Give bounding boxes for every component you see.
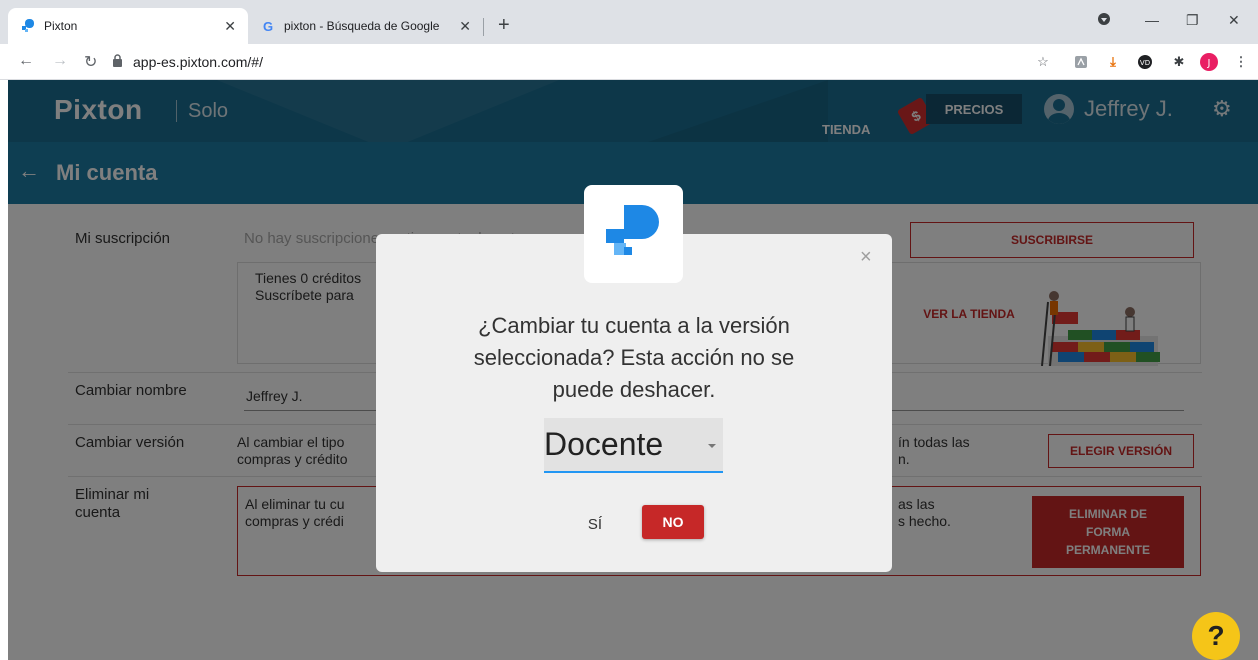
dialog-message-line: ¿Cambiar tu cuenta a la versión <box>478 313 790 338</box>
address-bar[interactable]: app-es.pixton.com/#/ <box>112 48 1022 76</box>
download-icon[interactable]: ⤓ <box>1104 53 1122 71</box>
tab-pixton[interactable]: Pixton ✕ <box>8 8 248 44</box>
back-icon[interactable]: ← <box>18 52 34 70</box>
lock-icon <box>112 54 123 70</box>
url-text: app-es.pixton.com/#/ <box>133 54 263 70</box>
tab-google-search[interactable]: G pixton - Búsqueda de Google ✕ <box>248 8 483 44</box>
dialog-message: ¿Cambiar tu cuenta a la versión seleccio… <box>400 310 868 406</box>
minimize-icon[interactable]: — <box>1145 12 1159 28</box>
browser-tab-bar: Pixton ✕ G pixton - Búsqueda de Google ✕… <box>0 0 1258 44</box>
version-select[interactable]: Docente <box>544 418 723 473</box>
tab-close-icon[interactable]: ✕ <box>224 18 236 35</box>
tab-close-icon[interactable]: ✕ <box>459 18 471 35</box>
browser-toolbar: ← → ↻ app-es.pixton.com/#/ ☆ ⤓ VD ✱ J ⋮ <box>0 44 1258 80</box>
reload-icon[interactable]: ↻ <box>84 52 97 72</box>
restore-icon[interactable]: ❐ <box>1186 12 1199 29</box>
chevron-down-icon <box>708 444 716 448</box>
dialog-message-line: puede deshacer. <box>552 377 716 402</box>
avatar[interactable]: J <box>1200 53 1218 71</box>
window-close-icon[interactable]: ✕ <box>1228 12 1240 29</box>
svg-text:J: J <box>1207 58 1211 69</box>
tab-separator <box>483 18 484 36</box>
help-button[interactable]: ? <box>1192 612 1240 660</box>
yes-button[interactable]: SÍ <box>580 507 610 541</box>
extensions-puzzle-icon[interactable]: ✱ <box>1170 53 1188 71</box>
tab-title: Pixton <box>44 19 78 33</box>
profile-menu-icon[interactable] <box>1097 12 1111 29</box>
pdf-extension-icon[interactable] <box>1072 53 1090 71</box>
selected-version: Docente <box>544 426 664 462</box>
bookmark-star-icon[interactable]: ☆ <box>1034 53 1052 71</box>
pixton-favicon-icon <box>20 18 36 34</box>
close-icon[interactable]: × <box>860 246 872 269</box>
chrome-menu-icon[interactable]: ⋮ <box>1232 53 1250 71</box>
svg-text:VD: VD <box>1140 59 1150 67</box>
new-tab-icon[interactable]: + <box>498 14 510 37</box>
vidiq-extension-icon[interactable]: VD <box>1136 53 1154 71</box>
pixton-logo-icon <box>584 185 683 283</box>
no-button[interactable]: NO <box>642 505 704 539</box>
google-favicon-icon: G <box>262 18 274 34</box>
tab-title: pixton - Búsqueda de Google <box>284 19 440 33</box>
forward-icon[interactable]: → <box>52 52 68 70</box>
dialog-message-line: seleccionada? Esta acción no se <box>473 345 795 370</box>
